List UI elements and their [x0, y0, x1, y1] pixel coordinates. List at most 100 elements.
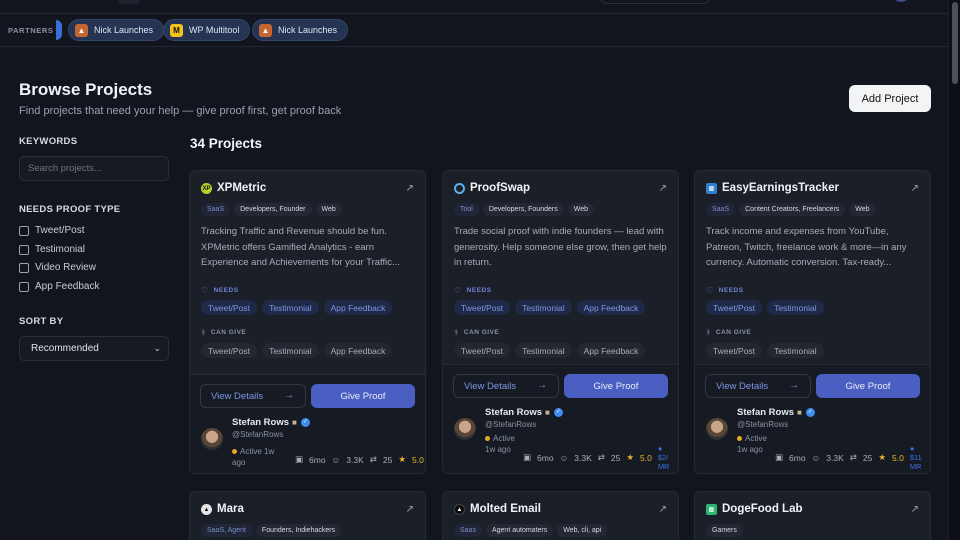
- view-details-button[interactable]: View Details →: [200, 384, 306, 408]
- emoji-icon: ■: [545, 408, 550, 417]
- project-stats: ▣ 6mo ☺ 3.3K ⇄ 25 ★ 5.0 ● $2/ MR: [523, 444, 678, 471]
- give-chip: Tweet/Post: [201, 343, 258, 358]
- filter-checkbox[interactable]: Video Review: [19, 262, 96, 273]
- need-chip: Tweet/Post: [706, 300, 763, 315]
- partners-label: PARTNERS: [8, 26, 54, 35]
- handshake-icon: ⚕: [201, 328, 206, 337]
- filter-checkbox[interactable]: Tweet/Post: [19, 225, 84, 236]
- emoji-icon: ■: [797, 408, 802, 417]
- users-icon: ☺: [811, 452, 821, 463]
- project-name[interactable]: EasyEarningsTracker: [722, 182, 839, 194]
- avatar[interactable]: [706, 418, 728, 440]
- give-proof-button[interactable]: Give Proof: [564, 374, 668, 398]
- emoji-icon: ■: [292, 418, 297, 427]
- swap-icon: ⇄: [849, 452, 857, 462]
- filter-checkbox[interactable]: App Feedback: [19, 281, 100, 292]
- can-give-label: ⚕ CAN GIVE: [201, 328, 247, 337]
- filter-checkbox[interactable]: Testimonial: [19, 244, 85, 255]
- heart-icon: ♡: [706, 286, 714, 295]
- give-chip: Tweet/Post: [454, 343, 511, 358]
- chevron-down-icon: ⌄: [153, 343, 161, 353]
- checkbox[interactable]: [19, 225, 29, 236]
- give-chip: App Feedback: [576, 343, 646, 358]
- arrow-right-icon: →: [789, 380, 799, 391]
- avatar[interactable]: [201, 428, 223, 450]
- verified-icon: ✓: [805, 408, 815, 417]
- avatar[interactable]: [454, 418, 476, 440]
- can-give-label: ⚕ CAN GIVE: [454, 328, 500, 337]
- project-name[interactable]: ProofSwap: [470, 182, 530, 194]
- revenue-value: ● $2/ MR: [657, 444, 670, 471]
- audience-tag: Agent automaters: [485, 524, 554, 537]
- owner-name[interactable]: Stefan Rows ■ ✓: [737, 407, 815, 418]
- keywords-label: KEYWORDS: [19, 136, 78, 147]
- page-subtitle: Find projects that need your help — give…: [19, 105, 342, 117]
- category-tag: SaaS: [706, 203, 736, 216]
- need-chip: Testimonial: [767, 300, 824, 315]
- partner-chip[interactable]: ▲ Nick Launches: [252, 19, 349, 41]
- view-details-button[interactable]: View Details →: [705, 374, 811, 398]
- category-tag: Tool: [454, 203, 479, 216]
- category-tag: SaaS, Agent: [201, 524, 252, 537]
- project-description: Trade social proof with indie founders —…: [454, 226, 667, 268]
- project-name[interactable]: DogeFood Lab: [722, 503, 803, 515]
- calendar-icon: ▣: [295, 454, 304, 464]
- users-icon: ☺: [331, 454, 341, 465]
- need-chip: Tweet/Post: [454, 300, 511, 315]
- external-link-icon[interactable]: ↗: [406, 183, 414, 194]
- owner-handle: @StefanRows: [737, 420, 789, 429]
- owner-name[interactable]: Stefan Rows ■ ✓: [485, 407, 563, 418]
- checkbox-label: Testimonial: [35, 244, 86, 255]
- project-card: ▲ Molted Email ↗ Saas Agent automaters W…: [442, 491, 679, 540]
- owner-name[interactable]: Stefan Rows ■ ✓: [232, 417, 310, 428]
- platform-tag: Web: [567, 203, 594, 216]
- external-link-icon[interactable]: ↗: [911, 183, 919, 194]
- partners-bar: PARTNERS ▲ Nick Launches M WP Multitool …: [0, 14, 948, 47]
- owner-activity: Active 1w ago: [232, 447, 275, 467]
- give-proof-button[interactable]: Give Proof: [816, 374, 920, 398]
- project-card: ▲ Mara ↗ SaaS, Agent Founders, Indiehack…: [189, 491, 426, 540]
- give-chip: Testimonial: [262, 343, 319, 358]
- revenue-value: ● $11 MR: [909, 444, 922, 471]
- fox-icon: ▲: [75, 23, 88, 37]
- need-chip: App Feedback: [576, 300, 646, 315]
- audience-tag: Developers, Founders: [482, 203, 564, 216]
- checkbox[interactable]: [19, 281, 29, 292]
- scrollbar[interactable]: [948, 0, 960, 540]
- header-button[interactable]: [118, 0, 140, 4]
- scrollbar-thumb[interactable]: [952, 2, 958, 84]
- dogefood-logo-icon: ▩: [706, 504, 717, 515]
- need-chip: Tweet/Post: [201, 300, 258, 315]
- project-name[interactable]: Mara: [217, 503, 244, 515]
- external-link-icon[interactable]: ↗: [659, 504, 667, 515]
- project-name[interactable]: Molted Email: [470, 503, 541, 515]
- can-give-label: ⚕ CAN GIVE: [706, 328, 752, 337]
- card-footer: View Details → Give Proof Stefan Rows ■ ✓ @…: [443, 364, 678, 473]
- add-project-button[interactable]: Add Project: [849, 85, 931, 112]
- heart-icon: ♡: [201, 286, 209, 295]
- project-name[interactable]: XPMetric: [217, 182, 266, 194]
- external-link-icon[interactable]: ↗: [659, 183, 667, 194]
- give-proof-button[interactable]: Give Proof: [311, 384, 415, 408]
- partner-chip[interactable]: M WP Multitool: [163, 19, 251, 41]
- external-link-icon[interactable]: ↗: [911, 504, 919, 515]
- view-details-button[interactable]: View Details →: [453, 374, 559, 398]
- external-link-icon[interactable]: ↗: [406, 504, 414, 515]
- partner-chip[interactable]: ▲ Nick Launches: [68, 19, 165, 41]
- search-input[interactable]: [19, 156, 169, 181]
- checkbox[interactable]: [19, 262, 29, 273]
- calendar-icon: ▣: [775, 452, 784, 462]
- sort-select[interactable]: Recommended ⌄: [19, 336, 169, 361]
- swap-icon: ⇄: [597, 452, 605, 462]
- checkbox[interactable]: [19, 244, 29, 255]
- needs-label: ♡ NEEDS: [201, 286, 239, 295]
- project-stats: ▣ 6mo ☺ 3.3K ⇄ 25 ★ 5.0: [295, 454, 424, 465]
- give-chip: App Feedback: [323, 343, 393, 358]
- user-avatar[interactable]: [894, 0, 908, 2]
- users-icon: ☺: [559, 452, 569, 463]
- verified-icon: ✓: [553, 408, 563, 417]
- header-search[interactable]: [600, 0, 710, 4]
- xpmetric-logo-icon: XP: [201, 183, 212, 194]
- platform-tag: Web: [849, 203, 876, 216]
- give-chip: Testimonial: [767, 343, 824, 358]
